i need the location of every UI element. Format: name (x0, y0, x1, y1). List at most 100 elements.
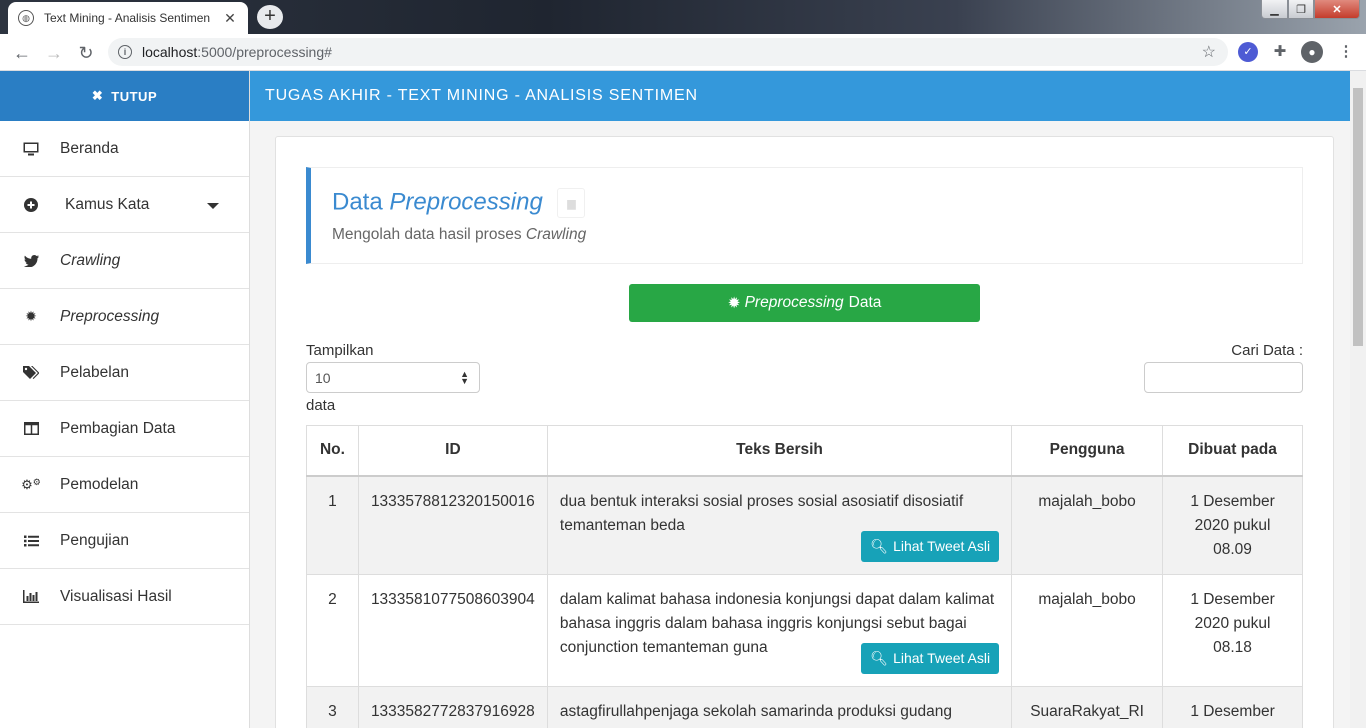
forward-arrow-icon[interactable]: → (41, 40, 67, 66)
table-row: 2 1333581077508603904 dalam kalimat baha… (306, 573, 1303, 687)
window-maximize-button[interactable]: ❐ (1288, 0, 1314, 19)
view-button-label: Lihat Tweet Asli (893, 538, 991, 554)
page-length-label: Tampilkan (306, 342, 374, 359)
list-icon (22, 535, 40, 547)
chevron-down-icon (207, 203, 219, 209)
table-row: 3 1333582772837916928 astagfirullahpenja… (306, 685, 1303, 728)
bookmark-star-icon[interactable]: ☆ (1202, 42, 1216, 62)
window-minimize-button[interactable]: ▁ (1261, 0, 1288, 19)
column-header-pengguna[interactable]: Pengguna (1011, 425, 1164, 477)
page-subtitle: Mengolah data hasil proses Crawling (332, 226, 1282, 244)
scrollbar-thumb[interactable] (1353, 88, 1363, 346)
button-label: Data (848, 294, 882, 311)
search-label: Cari Data : (1231, 342, 1303, 359)
sidebar-item-pengujian[interactable]: Pengujian (0, 513, 249, 569)
trash-icon[interactable]: ▆ (557, 188, 586, 218)
sidebar-item-beranda[interactable]: Beranda (0, 121, 249, 177)
sidebar-item-preprocessing[interactable]: ✹ Preprocessing (0, 289, 249, 345)
tab-close-icon[interactable]: ✕ (222, 10, 238, 27)
select-arrows-icon: ▲ ▼ (460, 369, 469, 386)
sidebar-item-label: Visualisasi Hasil (60, 587, 172, 605)
page-length-value: 10 (315, 370, 331, 386)
table-header-row: No. ID Teks Bersih Pengguna Dibuat pada (306, 425, 1303, 477)
profile-avatar-icon[interactable]: ● (1301, 41, 1323, 63)
gear-icon: ✹ (25, 308, 37, 324)
cell-date: 1 Desember 2020 pukul 08.18 (1162, 573, 1303, 687)
extension-shield-icon[interactable]: ✓ (1238, 42, 1258, 62)
page-title-italic: Preprocessing (389, 188, 543, 216)
columns-icon (22, 422, 40, 435)
page-header-callout: Data Preprocessing ▆ Mengolah data hasil… (306, 167, 1303, 264)
search-icon: 🔍︎ (870, 538, 889, 554)
sidebar-item-label: Pelabelan (60, 363, 129, 381)
data-table: No. ID Teks Bersih Pengguna Dibuat pada … (306, 425, 1303, 728)
cell-date: 1 Desember (1162, 685, 1303, 728)
column-header-teks-bersih[interactable]: Teks Bersih (546, 425, 1013, 477)
plus-circle-icon (22, 197, 40, 212)
search-input[interactable] (1144, 362, 1303, 393)
back-arrow-icon[interactable]: ← (9, 40, 35, 66)
cogs-icon: ⚙ ⚙ (21, 476, 41, 492)
new-tab-button[interactable]: + (257, 5, 283, 29)
page-length-select[interactable]: 10 ▲ ▼ (306, 362, 480, 393)
kebab-menu-icon[interactable]: ⋮ (1336, 42, 1356, 62)
sidebar-item-pelabelan[interactable]: Pelabelan (0, 345, 249, 401)
cell-no: 2 (306, 573, 359, 687)
app-header: TUGAS AKHIR - TEXT MINING - ANALISIS SEN… (250, 71, 1350, 121)
page-subtitle-italic: Crawling (525, 226, 587, 243)
browser-toolbar: ← → ↻ i localhost:5000/preprocessing# ☆ … (0, 34, 1366, 71)
button-label-italic: Preprocessing (744, 294, 844, 311)
sidebar-item-kamus-kata[interactable]: Kamus Kata (0, 177, 249, 233)
tab-title: Text Mining - Analisis Sentimen (44, 11, 211, 25)
page-title-word: Data (332, 188, 383, 216)
page-scrollbar[interactable] (1350, 71, 1366, 728)
reload-icon[interactable]: ↻ (73, 40, 99, 66)
close-icon: ✖ (91, 88, 104, 103)
column-header-dibuat-pada[interactable]: Dibuat pada (1162, 425, 1303, 477)
sidebar-item-label: Pembagian Data (60, 419, 176, 437)
column-header-no[interactable]: No. (306, 425, 359, 477)
view-original-tweet-button[interactable]: 🔍︎ Lihat Tweet Asli (861, 642, 1000, 674)
sidebar-item-label: Beranda (60, 139, 119, 157)
gear-icon: ✹ (727, 294, 741, 312)
page-title: Data Preprocessing ▆ (332, 188, 1282, 218)
sidebar-item-label: Pemodelan (60, 475, 139, 493)
sidebar-item-crawling[interactable]: Crawling (0, 233, 249, 289)
address-bar[interactable]: i localhost:5000/preprocessing# ☆ (108, 38, 1228, 66)
preprocessing-data-button[interactable]: ✹ Preprocessing Data (629, 284, 980, 322)
sidebar-item-pembagian-data[interactable]: Pembagian Data (0, 401, 249, 457)
window-close-button[interactable]: ✕ (1314, 0, 1360, 19)
bar-chart-icon (22, 590, 40, 603)
search-icon: 🔍︎ (870, 650, 889, 666)
view-original-tweet-button[interactable]: 🔍︎ Lihat Tweet Asli (861, 530, 1000, 562)
sidebar-item-label: Crawling (60, 251, 121, 269)
cell-text-value: dua bentuk interaksi sosial proses sosia… (559, 492, 964, 534)
cell-id: 1333582772837916928 (357, 685, 548, 728)
tags-icon (22, 365, 40, 380)
browser-tabstrip: ◍ Text Mining - Analisis Sentimen ✕ + ▁ … (0, 0, 1366, 34)
sidebar: ✖ TUTUP Beranda Kamus Kata Crawling ✹ Pr… (0, 71, 250, 728)
cell-user: majalah_bobo (1011, 573, 1164, 687)
column-header-id[interactable]: ID (357, 425, 548, 477)
sidebar-item-visualisasi-hasil[interactable]: Visualisasi Hasil (0, 569, 249, 625)
sidebar-item-label: Preprocessing (60, 307, 160, 325)
cell-text: dua bentuk interaksi sosial proses sosia… (546, 475, 1013, 575)
monitor-icon (22, 142, 40, 156)
url-text: localhost:5000/preprocessing# (142, 44, 332, 60)
cell-text: astagfirullahpenjaga sekolah samarinda p… (546, 685, 1013, 728)
cell-date: 1 Desember 2020 pukul 08.09 (1162, 475, 1303, 575)
page-length-suffix: data (306, 397, 336, 414)
sidebar-item-pemodelan[interactable]: ⚙ ⚙ Pemodelan (0, 457, 249, 513)
extensions-puzzle-icon[interactable]: ✚ (1270, 42, 1290, 62)
view-button-label: Lihat Tweet Asli (893, 650, 991, 666)
sidebar-close-button[interactable]: ✖ TUTUP (0, 71, 249, 121)
cell-user: majalah_bobo (1011, 475, 1164, 575)
cell-no: 1 (306, 475, 359, 575)
cell-no: 3 (306, 685, 359, 728)
globe-icon: ◍ (18, 10, 34, 26)
browser-tab[interactable]: ◍ Text Mining - Analisis Sentimen ✕ (8, 2, 248, 34)
sidebar-close-label: TUTUP (111, 88, 158, 104)
twitter-icon (22, 254, 40, 267)
cell-user: SuaraRakyat_RI (1011, 685, 1164, 728)
info-icon[interactable]: i (118, 45, 132, 59)
